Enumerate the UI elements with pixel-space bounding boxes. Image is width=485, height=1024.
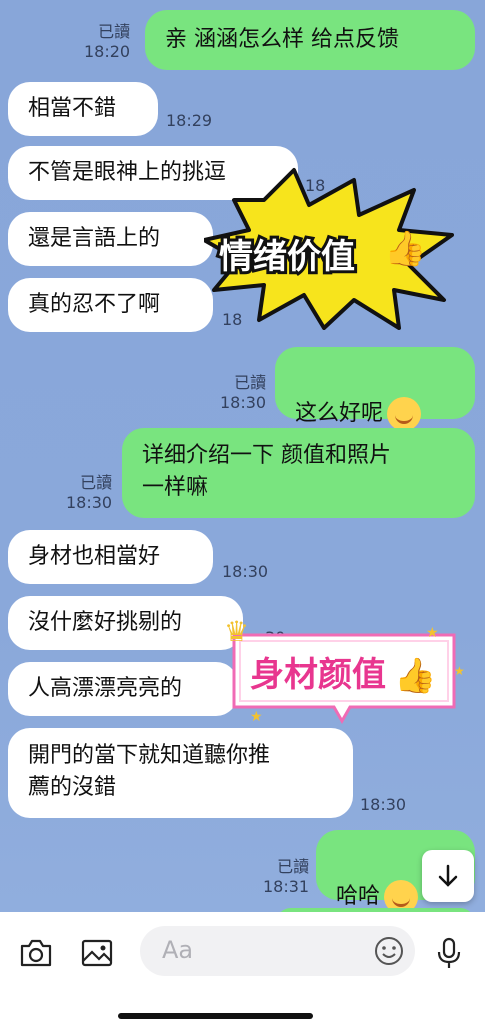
read-status: 已讀	[234, 373, 267, 392]
sticker-tag-text: 身材颜值	[250, 655, 386, 695]
star-icon: ★	[250, 709, 263, 725]
read-status: 已讀	[277, 857, 310, 876]
home-indicator	[118, 1013, 313, 1019]
read-status: 已讀	[80, 473, 113, 492]
message-input-placeholder: Aa	[162, 936, 194, 964]
message-time: 18:30	[222, 562, 269, 581]
message-bubble-received[interactable]: 真的忍不了啊	[8, 278, 213, 332]
smiley-icon[interactable]	[373, 935, 405, 967]
emotional-value-sticker[interactable]: 情绪价值 👍	[204, 160, 454, 330]
message-bubble-sent[interactable]: 这么好呢	[275, 347, 475, 431]
message-time: 18:30	[220, 393, 267, 412]
message-meta: 已讀 18:31	[263, 857, 309, 897]
thumbs-up-icon: 👍	[384, 229, 426, 269]
message-bubble-sent[interactable]: 详细介绍一下 颜值和照片 一样嘛	[122, 428, 475, 518]
microphone-icon[interactable]	[431, 935, 467, 971]
thumbs-up-icon: 👍	[394, 656, 436, 696]
message-bubble-received[interactable]: 身材也相當好	[8, 530, 213, 584]
message-text: 这么好呢	[295, 401, 384, 426]
scroll-to-bottom-button[interactable]	[422, 850, 474, 902]
star-icon: ★	[454, 664, 465, 678]
figure-and-looks-sticker[interactable]: 身材颜值 👍 ♛ ★ ★ ★	[226, 615, 466, 730]
crown-icon: ♛	[226, 615, 249, 648]
smiling-face-with-hearts-icon	[387, 397, 422, 431]
message-text: 哈哈	[336, 884, 381, 909]
camera-icon[interactable]	[18, 935, 54, 971]
star-icon: ★	[426, 625, 439, 641]
message-meta: 已讀 18:30	[66, 473, 112, 513]
message-time: 18:30	[66, 493, 113, 512]
message-time: 18:31	[263, 877, 310, 896]
message-time: 18:29	[166, 111, 213, 130]
message-bubble-sent[interactable]: 亲 涵涵怎么样 给点反馈	[145, 10, 475, 70]
chat-screen: 已讀 18:20 亲 涵涵怎么样 给点反馈 相當不錯 18:29 不管是眼神上的…	[0, 0, 485, 1024]
message-bubble-received[interactable]: 還是言語上的	[8, 212, 213, 266]
arrow-down-icon	[438, 864, 458, 887]
message-bubble-received[interactable]: 開門的當下就知道聽你推 薦的沒錯	[8, 728, 353, 818]
message-bubble-received[interactable]: 相當不錯	[8, 82, 158, 136]
message-time: 18:30	[360, 795, 407, 814]
message-bubble-received[interactable]: 人高漂漂亮亮的	[8, 662, 238, 716]
read-status: 已讀	[98, 22, 131, 41]
message-meta: 已讀 18:20	[84, 22, 130, 62]
message-input[interactable]: Aa	[140, 926, 415, 976]
message-time: 18:20	[84, 42, 131, 61]
image-icon[interactable]	[79, 935, 115, 971]
message-meta: 已讀 18:30	[220, 373, 266, 413]
message-bubble-received[interactable]: 沒什麼好挑剔的	[8, 596, 243, 650]
sticker-burst-text: 情绪价值	[219, 237, 355, 277]
